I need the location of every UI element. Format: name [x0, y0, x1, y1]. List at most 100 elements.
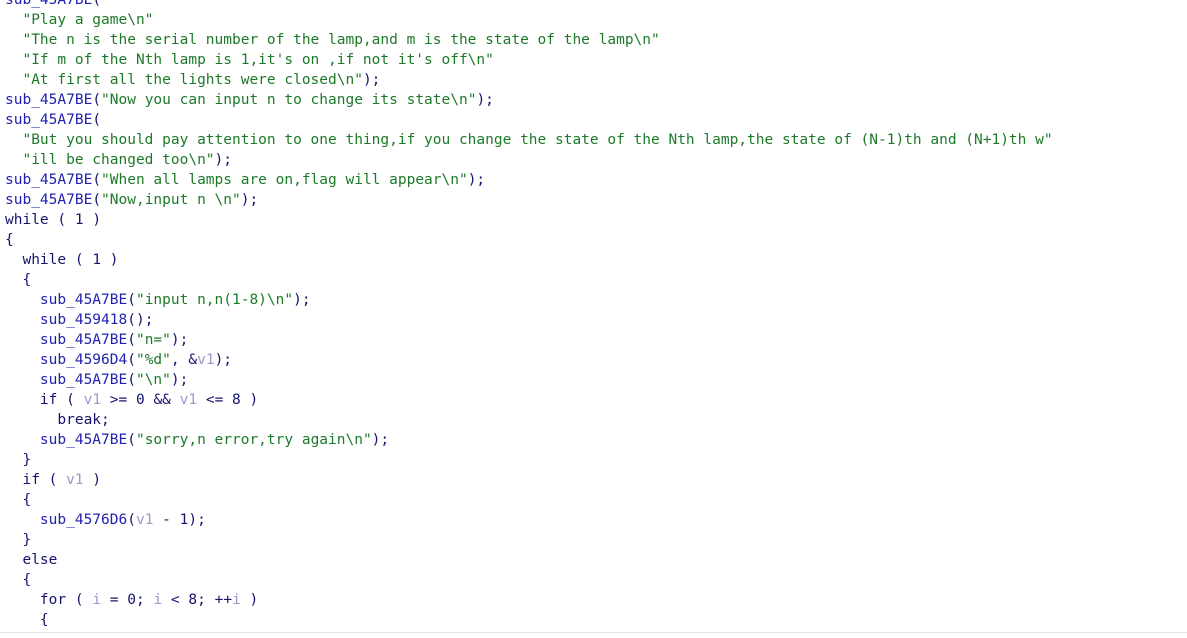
code-line[interactable]: sub_45A7BE("Now you can input n to chang… — [5, 90, 1187, 110]
code-line[interactable]: sub_45A7BE("input n,n(1-8)\n"); — [5, 290, 1187, 310]
code-token-punct: ); — [214, 152, 232, 168]
code-token-punct: } — [22, 532, 32, 548]
code-line[interactable]: { — [5, 270, 1187, 290]
code-token-string: "Play a game\n" — [22, 12, 154, 28]
code-token-func[interactable]: sub_45A7BE — [5, 0, 92, 8]
code-line[interactable]: } — [5, 450, 1187, 470]
code-token-func[interactable]: sub_45A7BE — [5, 192, 92, 208]
code-line[interactable]: { — [5, 230, 1187, 250]
code-token-punct: { — [22, 572, 32, 588]
code-token-string: "When all lamps are on,flag will appear\… — [101, 172, 468, 188]
code-line[interactable]: sub_4576D6(v1 - 1); — [5, 510, 1187, 530]
code-token-var[interactable]: v1 — [136, 512, 153, 528]
code-token-punct: ) — [83, 472, 102, 488]
code-token-keyword: else — [22, 552, 58, 568]
code-token-string: "ill be changed too\n" — [22, 152, 215, 168]
code-token-punct: ( — [92, 0, 102, 8]
code-token-var[interactable]: i — [232, 592, 241, 608]
code-token-punct: { — [5, 232, 14, 248]
code-line[interactable]: "If m of the Nth lamp is 1,it's on ,if n… — [5, 50, 1187, 70]
code-line[interactable]: "At first all the lights were closed\n")… — [5, 70, 1187, 90]
code-token-func[interactable]: sub_45A7BE — [5, 112, 92, 128]
code-token-var[interactable]: v1 — [180, 392, 197, 408]
code-line[interactable]: { — [5, 490, 1187, 510]
code-token-keyword: while — [5, 212, 49, 228]
code-line[interactable]: "But you should pay attention to one thi… — [5, 130, 1187, 150]
code-token-var[interactable]: i — [153, 592, 162, 608]
code-token-var[interactable]: i — [92, 592, 101, 608]
code-token-var[interactable]: v1 — [84, 392, 101, 408]
code-surface[interactable]: sub_45A7BE( "Play a game\n" "The n is th… — [0, 0, 1187, 630]
code-token-op: ++ — [214, 592, 233, 608]
code-token-number: 0 — [127, 592, 136, 608]
code-token-op: && — [144, 392, 180, 408]
code-line[interactable]: sub_45A7BE("When all lamps are on,flag w… — [5, 170, 1187, 190]
code-token-punct: , & — [170, 352, 198, 368]
code-token-var[interactable]: v1 — [197, 352, 214, 368]
code-token-string: "Now,input n \n" — [101, 192, 241, 208]
code-token-func[interactable]: sub_4596D4 — [40, 352, 127, 368]
code-token-punct: (); — [127, 312, 154, 328]
code-line[interactable]: break; — [5, 410, 1187, 430]
code-line[interactable]: else — [5, 550, 1187, 570]
code-line[interactable]: "Play a game\n" — [5, 10, 1187, 30]
code-token-func[interactable]: sub_4576D6 — [40, 512, 127, 528]
code-line[interactable]: sub_45A7BE("n="); — [5, 330, 1187, 350]
code-line[interactable]: sub_459418(); — [5, 310, 1187, 330]
code-token-punct: ( — [92, 192, 102, 208]
code-token-string: "n=" — [135, 332, 171, 348]
code-token-punct: ( — [127, 512, 136, 528]
code-token-var[interactable]: v1 — [66, 472, 83, 488]
code-token-func[interactable]: sub_45A7BE — [5, 92, 92, 108]
code-token-string: "Now you can input n to change its state… — [101, 92, 477, 108]
code-token-func[interactable]: sub_45A7BE — [40, 372, 127, 388]
code-token-punct: ( — [127, 352, 136, 368]
code-line[interactable]: while ( 1 ) — [5, 210, 1187, 230]
code-line[interactable]: sub_45A7BE("sorry,n error,try again\n"); — [5, 430, 1187, 450]
code-token-func[interactable]: sub_45A7BE — [40, 432, 127, 448]
code-line[interactable]: if ( v1 ) — [5, 470, 1187, 490]
code-line[interactable]: for ( i = 0; i < 8; ++i ) — [5, 590, 1187, 610]
code-line[interactable]: "ill be changed too\n"); — [5, 150, 1187, 170]
pseudocode-code-view[interactable]: sub_45A7BE( "Play a game\n" "The n is th… — [0, 0, 1187, 638]
code-token-punct: ); — [240, 192, 259, 208]
code-line[interactable]: sub_4596D4("%d", &v1); — [5, 350, 1187, 370]
code-token-string: "input n,n(1-8)\n" — [135, 292, 294, 308]
code-line[interactable]: { — [5, 570, 1187, 590]
code-line[interactable]: sub_45A7BE( — [5, 110, 1187, 130]
code-token-func[interactable]: sub_45A7BE — [40, 292, 127, 308]
code-token-func[interactable]: sub_45A7BE — [40, 332, 127, 348]
code-line[interactable]: sub_45A7BE( — [5, 0, 1187, 10]
code-token-op: < — [162, 592, 189, 608]
code-token-punct: ); — [170, 372, 189, 388]
code-token-punct: ); — [476, 92, 494, 108]
code-token-string: "But you should pay attention to one thi… — [22, 132, 1053, 148]
code-line[interactable]: while ( 1 ) — [5, 250, 1187, 270]
code-token-punct: ( — [92, 112, 102, 128]
code-line[interactable]: sub_45A7BE("\n"); — [5, 370, 1187, 390]
code-token-func[interactable]: sub_45A7BE — [5, 172, 92, 188]
code-token-punct: ( — [66, 252, 93, 268]
code-token-punct: ); — [188, 512, 206, 528]
code-token-punct: ( — [92, 92, 102, 108]
code-token-string: "\n" — [135, 372, 171, 388]
code-token-string: "The n is the serial number of the lamp,… — [22, 32, 660, 48]
code-line[interactable]: if ( v1 >= 0 && v1 <= 8 ) — [5, 390, 1187, 410]
code-token-op: = — [101, 592, 128, 608]
code-token-punct: ( — [39, 472, 67, 488]
code-line[interactable]: } — [5, 530, 1187, 550]
code-line[interactable]: { — [5, 610, 1187, 630]
code-token-punct: ); — [371, 432, 390, 448]
code-token-func[interactable]: sub_459418 — [40, 312, 127, 328]
code-line[interactable]: sub_45A7BE("Now,input n \n"); — [5, 190, 1187, 210]
code-line[interactable]: "The n is the serial number of the lamp,… — [5, 30, 1187, 50]
